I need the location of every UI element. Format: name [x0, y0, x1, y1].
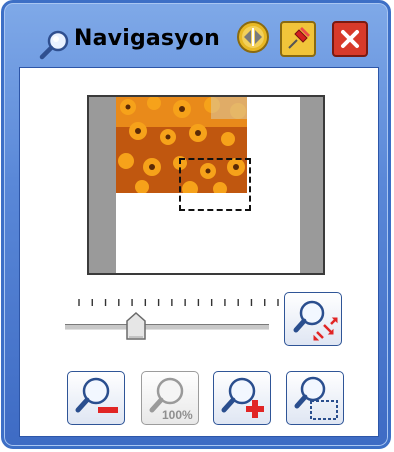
- navigator-window: Navigasyon 100%: [1, 0, 391, 449]
- zoom-slider-thumb[interactable]: [126, 312, 146, 340]
- preview-frame[interactable]: [87, 95, 325, 275]
- viewport-selection-rectangle[interactable]: [179, 158, 251, 211]
- zoom-in-button[interactable]: [213, 371, 271, 425]
- navigate-arrows-icon[interactable]: [236, 20, 270, 54]
- zoom-100-button[interactable]: 100%: [141, 371, 199, 425]
- window-title: Navigasyon: [74, 26, 220, 51]
- zoom-out-icon: [75, 377, 118, 413]
- zoom-in-icon: [221, 377, 264, 418]
- zoom-fit-button[interactable]: [284, 292, 342, 346]
- zoom-out-button[interactable]: [67, 371, 125, 425]
- zoom-fit-icon: [293, 300, 338, 341]
- close-button[interactable]: [331, 20, 369, 58]
- zoom-selection-icon: [294, 376, 338, 420]
- slider-ticks: [78, 299, 279, 306]
- zoom-100-icon: 100%: [149, 377, 193, 422]
- zoom-100-label: 100%: [162, 408, 193, 422]
- magnifier-icon: [39, 30, 69, 60]
- preview-page: [116, 97, 300, 273]
- zoom-slider-track[interactable]: [65, 324, 269, 330]
- pin-button[interactable]: [279, 20, 317, 58]
- navigator-panel: 100%: [19, 67, 379, 437]
- zoom-selection-button[interactable]: [286, 371, 344, 425]
